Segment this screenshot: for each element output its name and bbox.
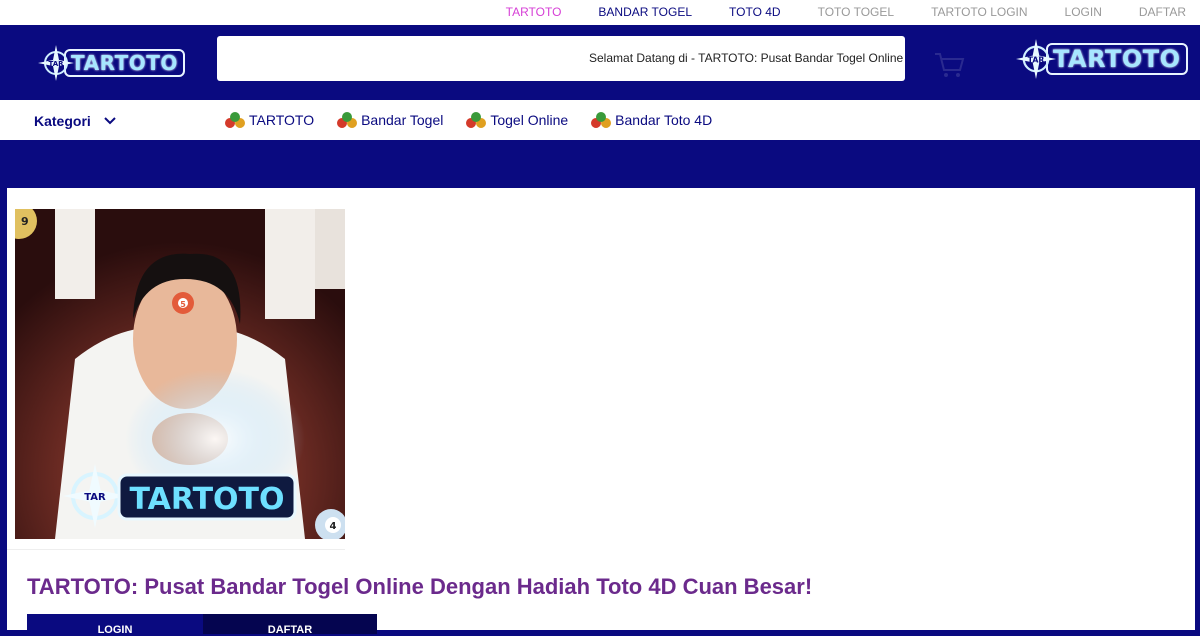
nav-item-tartoto[interactable]: TARTOTO [224, 111, 314, 129]
logo-wordmark: TARTOTO [1046, 43, 1188, 75]
page-title: TARTOTO: Pusat Bandar Togel Online Denga… [27, 574, 813, 599]
divider [7, 549, 345, 550]
nav-item-label: Bandar Toto 4D [615, 112, 713, 128]
lottery-balls-icon [225, 112, 245, 128]
nav-item-label: Bandar Togel [361, 112, 444, 128]
nav-menu: TARTOTO Bandar Togel Togel Online Bandar… [224, 111, 734, 129]
compass-logo-icon: TAR [1016, 39, 1056, 79]
corner-ball-number: 4 [330, 521, 337, 532]
lottery-balls-icon [466, 112, 487, 128]
forehead-ball-number: 5 [180, 300, 186, 309]
hero-logo-wordmark: TARTOTO [129, 482, 284, 517]
lottery-balls-icon [337, 112, 358, 128]
main-content: 5 9 4 TAR TARTOTO TARTOTO: Pusat Bandar … [7, 188, 1195, 636]
nav-item-label: Togel Online [490, 112, 569, 128]
compass-logo-icon: TAR [38, 45, 74, 81]
top-link-tartoto[interactable]: TARTOTO [506, 5, 562, 19]
nav-item-bandar-toto-4d[interactable]: Bandar Toto 4D [590, 111, 712, 129]
welcome-marquee: Selamat Datang di - TARTOTO: Pusat Banda… [589, 51, 905, 65]
top-link-tartoto-login[interactable]: TARTOTO LOGIN [931, 5, 1027, 19]
corner-ball-number: 9 [21, 215, 29, 228]
hero-logo: TAR TARTOTO [63, 464, 297, 528]
login-button[interactable]: LOGIN [27, 614, 203, 636]
daftar-button[interactable]: DAFTAR [203, 614, 377, 636]
top-link-toto-4d[interactable]: TOTO 4D [729, 5, 781, 19]
cart-icon[interactable] [934, 51, 966, 79]
logo-mark-text: TAR [48, 60, 64, 68]
site-logo[interactable]: TAR TARTOTO [38, 41, 185, 85]
site-header: TAR TARTOTO Selamat Datang di - TARTOTO:… [0, 25, 1200, 100]
product-image[interactable]: 5 9 4 TAR TARTOTO [15, 209, 345, 539]
kategori-dropdown[interactable]: Kategori [34, 113, 117, 129]
logo-wordmark: TARTOTO [64, 49, 185, 77]
top-link-login[interactable]: LOGIN [1065, 5, 1102, 19]
top-utility-bar: TARTOTO BANDAR TOGEL TOTO 4D TOTO TOGEL … [0, 0, 1200, 25]
hero-logo-mark-text: TAR [84, 492, 106, 503]
hero-illustration: 5 9 4 TAR TARTOTO [15, 209, 345, 539]
category-navbar: Kategori TARTOTO Bandar Togel Togel Onli… [0, 100, 1200, 140]
top-link-bandar-togel[interactable]: BANDAR TOGEL [598, 5, 692, 19]
nav-item-label: TARTOTO [249, 112, 315, 128]
logo-mark-text: TAR [1028, 55, 1045, 64]
top-links: TARTOTO BANDAR TOGEL TOTO 4D TOTO TOGEL … [469, 5, 1186, 19]
top-link-daftar[interactable]: DAFTAR [1139, 5, 1186, 19]
chevron-down-icon [104, 117, 116, 125]
site-logo-right[interactable]: TAR TARTOTO [1016, 37, 1188, 81]
auth-buttons: LOGIN DAFTAR [27, 614, 377, 636]
announcement-box: Selamat Datang di - TARTOTO: Pusat Banda… [217, 36, 905, 81]
kategori-label: Kategori [34, 113, 91, 129]
lottery-balls-icon [591, 112, 612, 128]
top-link-toto-togel[interactable]: TOTO TOGEL [818, 5, 894, 19]
nav-item-bandar-togel[interactable]: Bandar Togel [336, 111, 443, 129]
nav-item-togel-online[interactable]: Togel Online [465, 111, 568, 129]
